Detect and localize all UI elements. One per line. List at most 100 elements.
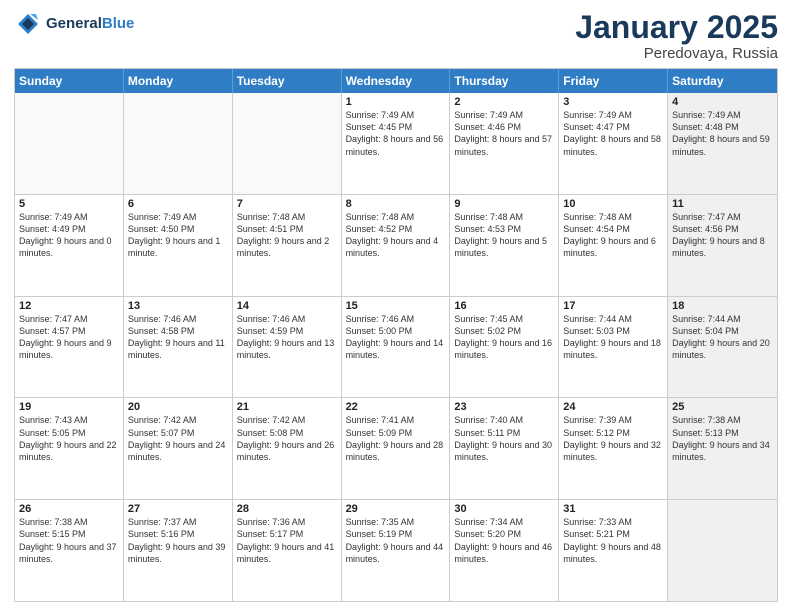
day-cell-17: 17Sunrise: 7:44 AM Sunset: 5:03 PM Dayli… [559, 297, 668, 398]
day-info: Sunrise: 7:36 AM Sunset: 5:17 PM Dayligh… [237, 516, 337, 565]
day-cell-16: 16Sunrise: 7:45 AM Sunset: 5:02 PM Dayli… [450, 297, 559, 398]
calendar-header-row: SundayMondayTuesdayWednesdayThursdayFrid… [15, 69, 777, 93]
day-number: 29 [346, 503, 446, 515]
header-day-friday: Friday [559, 69, 668, 93]
day-cell-10: 10Sunrise: 7:48 AM Sunset: 4:54 PM Dayli… [559, 195, 668, 296]
empty-cell [124, 93, 233, 194]
day-cell-20: 20Sunrise: 7:42 AM Sunset: 5:07 PM Dayli… [124, 398, 233, 499]
logo-icon [14, 10, 42, 38]
day-number: 28 [237, 503, 337, 515]
day-cell-12: 12Sunrise: 7:47 AM Sunset: 4:57 PM Dayli… [15, 297, 124, 398]
day-info: Sunrise: 7:48 AM Sunset: 4:51 PM Dayligh… [237, 211, 337, 260]
day-info: Sunrise: 7:44 AM Sunset: 5:04 PM Dayligh… [672, 313, 773, 362]
day-cell-18: 18Sunrise: 7:44 AM Sunset: 5:04 PM Dayli… [668, 297, 777, 398]
day-info: Sunrise: 7:48 AM Sunset: 4:52 PM Dayligh… [346, 211, 446, 260]
calendar-title: January 2025 [575, 10, 778, 45]
day-number: 2 [454, 96, 554, 108]
day-cell-15: 15Sunrise: 7:46 AM Sunset: 5:00 PM Dayli… [342, 297, 451, 398]
day-info: Sunrise: 7:38 AM Sunset: 5:13 PM Dayligh… [672, 414, 773, 463]
day-number: 24 [563, 401, 663, 413]
day-info: Sunrise: 7:37 AM Sunset: 5:16 PM Dayligh… [128, 516, 228, 565]
day-info: Sunrise: 7:42 AM Sunset: 5:08 PM Dayligh… [237, 414, 337, 463]
day-cell-23: 23Sunrise: 7:40 AM Sunset: 5:11 PM Dayli… [450, 398, 559, 499]
week-row-2: 5Sunrise: 7:49 AM Sunset: 4:49 PM Daylig… [15, 194, 777, 296]
day-info: Sunrise: 7:49 AM Sunset: 4:49 PM Dayligh… [19, 211, 119, 260]
day-info: Sunrise: 7:45 AM Sunset: 5:02 PM Dayligh… [454, 313, 554, 362]
day-number: 26 [19, 503, 119, 515]
calendar-body: 1Sunrise: 7:49 AM Sunset: 4:45 PM Daylig… [15, 93, 777, 601]
day-cell-24: 24Sunrise: 7:39 AM Sunset: 5:12 PM Dayli… [559, 398, 668, 499]
header-day-wednesday: Wednesday [342, 69, 451, 93]
day-number: 18 [672, 300, 773, 312]
day-info: Sunrise: 7:43 AM Sunset: 5:05 PM Dayligh… [19, 414, 119, 463]
day-cell-26: 26Sunrise: 7:38 AM Sunset: 5:15 PM Dayli… [15, 500, 124, 601]
day-cell-7: 7Sunrise: 7:48 AM Sunset: 4:51 PM Daylig… [233, 195, 342, 296]
day-info: Sunrise: 7:49 AM Sunset: 4:50 PM Dayligh… [128, 211, 228, 260]
day-info: Sunrise: 7:38 AM Sunset: 5:15 PM Dayligh… [19, 516, 119, 565]
day-info: Sunrise: 7:40 AM Sunset: 5:11 PM Dayligh… [454, 414, 554, 463]
day-info: Sunrise: 7:46 AM Sunset: 4:58 PM Dayligh… [128, 313, 228, 362]
header-day-tuesday: Tuesday [233, 69, 342, 93]
day-info: Sunrise: 7:48 AM Sunset: 4:53 PM Dayligh… [454, 211, 554, 260]
day-cell-6: 6Sunrise: 7:49 AM Sunset: 4:50 PM Daylig… [124, 195, 233, 296]
day-info: Sunrise: 7:33 AM Sunset: 5:21 PM Dayligh… [563, 516, 663, 565]
day-cell-14: 14Sunrise: 7:46 AM Sunset: 4:59 PM Dayli… [233, 297, 342, 398]
day-number: 5 [19, 198, 119, 210]
day-info: Sunrise: 7:35 AM Sunset: 5:19 PM Dayligh… [346, 516, 446, 565]
day-number: 14 [237, 300, 337, 312]
day-info: Sunrise: 7:44 AM Sunset: 5:03 PM Dayligh… [563, 313, 663, 362]
week-row-1: 1Sunrise: 7:49 AM Sunset: 4:45 PM Daylig… [15, 93, 777, 194]
day-number: 17 [563, 300, 663, 312]
day-cell-27: 27Sunrise: 7:37 AM Sunset: 5:16 PM Dayli… [124, 500, 233, 601]
day-info: Sunrise: 7:34 AM Sunset: 5:20 PM Dayligh… [454, 516, 554, 565]
day-number: 27 [128, 503, 228, 515]
day-cell-31: 31Sunrise: 7:33 AM Sunset: 5:21 PM Dayli… [559, 500, 668, 601]
day-info: Sunrise: 7:49 AM Sunset: 4:48 PM Dayligh… [672, 109, 773, 158]
day-info: Sunrise: 7:47 AM Sunset: 4:56 PM Dayligh… [672, 211, 773, 260]
day-cell-1: 1Sunrise: 7:49 AM Sunset: 4:45 PM Daylig… [342, 93, 451, 194]
day-number: 25 [672, 401, 773, 413]
header-day-thursday: Thursday [450, 69, 559, 93]
page: GeneralBlue January 2025 Peredovaya, Rus… [0, 0, 792, 612]
day-number: 11 [672, 198, 773, 210]
day-info: Sunrise: 7:41 AM Sunset: 5:09 PM Dayligh… [346, 414, 446, 463]
day-number: 23 [454, 401, 554, 413]
day-number: 9 [454, 198, 554, 210]
day-number: 3 [563, 96, 663, 108]
day-number: 12 [19, 300, 119, 312]
day-number: 8 [346, 198, 446, 210]
day-number: 30 [454, 503, 554, 515]
header-day-monday: Monday [124, 69, 233, 93]
day-cell-13: 13Sunrise: 7:46 AM Sunset: 4:58 PM Dayli… [124, 297, 233, 398]
day-cell-28: 28Sunrise: 7:36 AM Sunset: 5:17 PM Dayli… [233, 500, 342, 601]
day-info: Sunrise: 7:49 AM Sunset: 4:47 PM Dayligh… [563, 109, 663, 158]
calendar: SundayMondayTuesdayWednesdayThursdayFrid… [14, 68, 778, 602]
logo-general: GeneralBlue [46, 15, 134, 33]
day-number: 7 [237, 198, 337, 210]
day-number: 22 [346, 401, 446, 413]
day-cell-2: 2Sunrise: 7:49 AM Sunset: 4:46 PM Daylig… [450, 93, 559, 194]
week-row-5: 26Sunrise: 7:38 AM Sunset: 5:15 PM Dayli… [15, 499, 777, 601]
day-number: 31 [563, 503, 663, 515]
day-info: Sunrise: 7:49 AM Sunset: 4:46 PM Dayligh… [454, 109, 554, 158]
day-info: Sunrise: 7:39 AM Sunset: 5:12 PM Dayligh… [563, 414, 663, 463]
day-cell-30: 30Sunrise: 7:34 AM Sunset: 5:20 PM Dayli… [450, 500, 559, 601]
empty-cell [15, 93, 124, 194]
empty-cell [668, 500, 777, 601]
calendar-subtitle: Peredovaya, Russia [575, 45, 778, 62]
header-day-sunday: Sunday [15, 69, 124, 93]
day-cell-11: 11Sunrise: 7:47 AM Sunset: 4:56 PM Dayli… [668, 195, 777, 296]
day-cell-8: 8Sunrise: 7:48 AM Sunset: 4:52 PM Daylig… [342, 195, 451, 296]
day-number: 4 [672, 96, 773, 108]
day-number: 10 [563, 198, 663, 210]
logo: GeneralBlue [14, 10, 134, 38]
day-number: 19 [19, 401, 119, 413]
day-info: Sunrise: 7:46 AM Sunset: 4:59 PM Dayligh… [237, 313, 337, 362]
day-info: Sunrise: 7:49 AM Sunset: 4:45 PM Dayligh… [346, 109, 446, 158]
day-number: 15 [346, 300, 446, 312]
day-cell-21: 21Sunrise: 7:42 AM Sunset: 5:08 PM Dayli… [233, 398, 342, 499]
week-row-4: 19Sunrise: 7:43 AM Sunset: 5:05 PM Dayli… [15, 397, 777, 499]
day-number: 21 [237, 401, 337, 413]
day-cell-5: 5Sunrise: 7:49 AM Sunset: 4:49 PM Daylig… [15, 195, 124, 296]
day-cell-4: 4Sunrise: 7:49 AM Sunset: 4:48 PM Daylig… [668, 93, 777, 194]
